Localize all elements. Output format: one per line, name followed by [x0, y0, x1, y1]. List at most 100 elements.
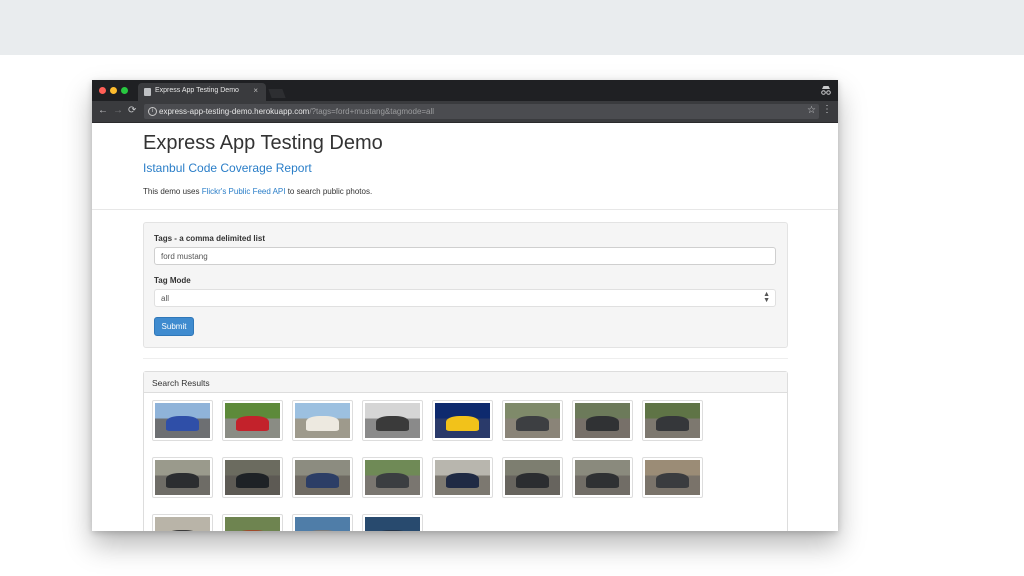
browser-titlebar: Express App Testing Demo × — [92, 80, 838, 101]
url-text[interactable]: express-app-testing-demo.herokuapp.com/?… — [159, 107, 434, 116]
page-favicon-icon — [144, 88, 151, 96]
browser-tab-active[interactable]: Express App Testing Demo × — [138, 83, 266, 101]
forward-arrow-icon[interactable]: → — [113, 105, 123, 117]
browser-window: Express App Testing Demo × ← → ⟳ i expre… — [92, 80, 838, 531]
car-photo-image — [365, 403, 420, 438]
photo-thumbnail[interactable] — [642, 400, 703, 441]
car-shape — [166, 416, 199, 431]
results-heading-bar: Search Results — [144, 372, 787, 393]
back-arrow-icon[interactable]: ← — [98, 105, 108, 117]
car-photo-image — [575, 403, 630, 438]
car-photo-image — [645, 460, 700, 495]
photo-thumbnail[interactable] — [572, 400, 633, 441]
photo-thumbnail[interactable] — [362, 457, 423, 498]
search-form: Tags - a comma delimited list Tag Mode a… — [143, 222, 788, 348]
car-shape — [446, 473, 479, 488]
car-shape — [236, 530, 269, 531]
browser-menu-icon[interactable]: ⋮ — [822, 104, 832, 116]
car-shape — [306, 530, 339, 531]
photo-thumbnail[interactable] — [502, 400, 563, 441]
intro-text-after: to search public photos. — [285, 187, 373, 196]
car-shape — [166, 530, 199, 531]
car-shape — [236, 416, 269, 431]
page-title: Express App Testing Demo — [143, 132, 383, 154]
tab-title: Express App Testing Demo — [155, 87, 239, 94]
address-bar[interactable]: i express-app-testing-demo.herokuapp.com… — [144, 104, 819, 119]
photo-thumbnail[interactable] — [502, 457, 563, 498]
photo-thumbnail[interactable] — [222, 457, 283, 498]
photo-thumbnail[interactable] — [642, 457, 703, 498]
close-window-button[interactable] — [99, 87, 106, 94]
browser-toolbar: ← → ⟳ i express-app-testing-demo.herokua… — [92, 101, 838, 123]
car-photo-image — [575, 460, 630, 495]
car-shape — [236, 473, 269, 488]
tag-mode-select[interactable]: all ▲ ▼ — [154, 289, 776, 307]
car-shape — [586, 473, 619, 488]
intro-text-before: This demo uses — [143, 187, 202, 196]
car-photo-image — [435, 460, 490, 495]
section-divider — [143, 358, 788, 359]
results-title: Search Results — [152, 378, 210, 388]
car-photo-image — [225, 517, 280, 531]
car-shape — [376, 473, 409, 488]
car-photo-image — [155, 517, 210, 531]
maximize-window-button[interactable] — [121, 87, 128, 94]
bookmark-star-icon[interactable]: ☆ — [807, 105, 816, 116]
tag-mode-label: Tag Mode — [154, 276, 191, 285]
new-tab-button[interactable] — [268, 89, 286, 98]
page-viewport: Express App Testing Demo Istanbul Code C… — [92, 123, 838, 531]
car-shape — [166, 473, 199, 488]
photo-thumbnail[interactable] — [432, 400, 493, 441]
photo-thumbnail[interactable] — [152, 514, 213, 531]
url-path: /?tags=ford+mustang&tagmode=all — [309, 107, 435, 116]
tags-input[interactable] — [154, 247, 776, 265]
tags-label: Tags - a comma delimited list — [154, 234, 265, 243]
photo-thumbnail[interactable] — [292, 400, 353, 441]
photo-thumbnail[interactable] — [362, 514, 423, 531]
top-background-band — [0, 0, 1024, 55]
photo-thumbnail[interactable] — [292, 514, 353, 531]
photo-thumbnail[interactable] — [152, 457, 213, 498]
car-shape — [586, 416, 619, 431]
car-shape — [306, 416, 339, 431]
coverage-report-link[interactable]: Istanbul Code Coverage Report — [143, 161, 312, 175]
search-results-panel: Search Results — [143, 371, 788, 531]
header-divider — [92, 209, 838, 210]
car-photo-image — [645, 403, 700, 438]
car-shape — [516, 473, 549, 488]
car-photo-image — [365, 517, 420, 531]
car-shape — [516, 416, 549, 431]
car-photo-image — [505, 460, 560, 495]
minimize-window-button[interactable] — [110, 87, 117, 94]
tab-close-icon[interactable]: × — [253, 86, 258, 96]
car-photo-image — [435, 403, 490, 438]
car-shape — [656, 473, 689, 488]
photo-thumbnail[interactable] — [362, 400, 423, 441]
tag-mode-value: all — [161, 294, 170, 303]
submit-button[interactable]: Submit — [154, 317, 194, 336]
photo-thumbnail[interactable] — [292, 457, 353, 498]
car-photo-image — [225, 460, 280, 495]
incognito-icon — [821, 86, 831, 95]
photo-thumbnail[interactable] — [152, 400, 213, 441]
car-shape — [376, 416, 409, 431]
photo-thumbnail[interactable] — [222, 400, 283, 441]
info-icon[interactable]: i — [148, 107, 157, 116]
car-photo-image — [155, 460, 210, 495]
car-photo-image — [295, 403, 350, 438]
photo-thumbnail[interactable] — [222, 514, 283, 531]
car-shape — [446, 416, 479, 431]
flickr-api-link[interactable]: Flickr's Public Feed API — [202, 187, 286, 196]
photo-thumbnail[interactable] — [572, 457, 633, 498]
car-shape — [656, 416, 689, 431]
intro-text: This demo uses Flickr's Public Feed API … — [143, 187, 372, 196]
photo-thumbnail[interactable] — [432, 457, 493, 498]
select-arrows-icon: ▲ ▼ — [763, 291, 770, 304]
reload-icon[interactable]: ⟳ — [128, 105, 136, 117]
car-shape — [376, 530, 409, 531]
url-host: express-app-testing-demo.herokuapp.com — [159, 107, 310, 116]
car-photo-image — [505, 403, 560, 438]
car-photo-image — [155, 403, 210, 438]
car-photo-image — [295, 460, 350, 495]
car-photo-image — [365, 460, 420, 495]
